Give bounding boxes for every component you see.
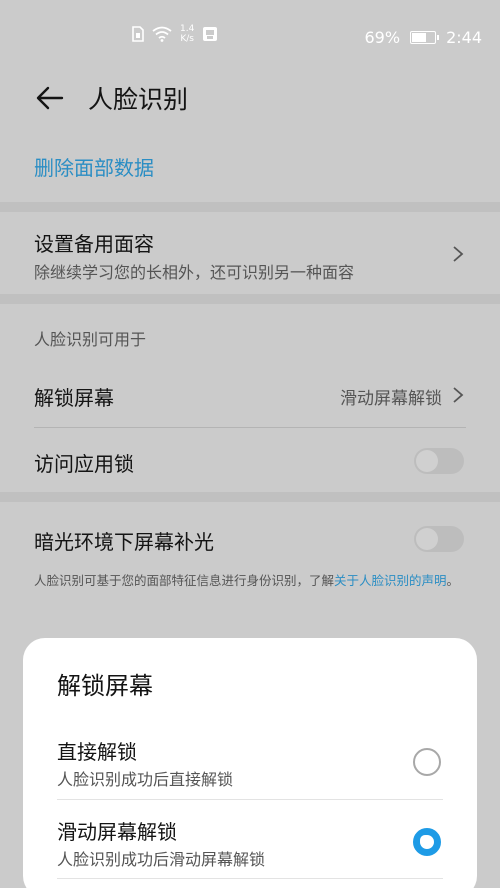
option-title: 滑动屏幕解锁 (57, 820, 177, 844)
option-separator (57, 878, 443, 879)
alternate-face-title: 设置备用面容 (34, 232, 154, 256)
radio-button[interactable] (413, 748, 441, 776)
toggle-knob (416, 528, 438, 550)
section-divider (0, 294, 500, 304)
sim-card-icon (132, 26, 144, 42)
battery-icon (410, 31, 440, 44)
status-right: 69% 2:44 (365, 28, 483, 47)
fill-light-title: 暗光环境下屏幕补光 (34, 530, 214, 554)
page-title: 人脸识别 (88, 85, 189, 114)
status-bar: 1.4 K/s 69% 2:44 (0, 0, 500, 74)
status-icons: 1.4 K/s (132, 24, 218, 44)
network-speed-unit: K/s (180, 34, 194, 44)
title-bar: 人脸识别 (0, 74, 500, 124)
privacy-footnote: 人脸识别可基于您的面部特征信息进行身份识别，了解关于人脸识别的声明。 (34, 572, 474, 590)
chevron-right-icon (453, 387, 464, 403)
section-divider (0, 202, 500, 212)
sheet-title: 解锁屏幕 (57, 672, 153, 700)
network-speed-value: 1.4 (180, 24, 195, 34)
option-separator (57, 799, 443, 800)
option-direct-unlock[interactable]: 直接解锁 人脸识别成功后直接解锁 (23, 736, 477, 816)
fill-light-toggle[interactable] (414, 526, 464, 552)
option-title: 直接解锁 (57, 740, 137, 764)
battery-fill (412, 33, 427, 42)
radio-button[interactable] (413, 828, 441, 856)
app-lock-toggle[interactable] (414, 448, 464, 474)
alternate-face-row[interactable]: 设置备用面容 除继续学习您的长相外，还可识别另一种面容 (0, 212, 500, 294)
alternate-face-subtitle: 除继续学习您的长相外，还可识别另一种面容 (34, 263, 355, 282)
back-arrow-icon[interactable] (34, 82, 66, 114)
app-lock-title: 访问应用锁 (34, 452, 134, 476)
section-label: 人脸识别可用于 (34, 330, 147, 349)
unlock-screen-value: 滑动屏幕解锁 (340, 389, 442, 409)
network-speed: 1.4 K/s (180, 24, 194, 44)
clock: 2:44 (446, 28, 482, 47)
fill-light-row: 暗光环境下屏幕补光 (0, 502, 500, 570)
option-subtitle: 人脸识别成功后滑动屏幕解锁 (57, 850, 266, 869)
option-subtitle: 人脸识别成功后直接解锁 (57, 770, 234, 789)
unlock-method-sheet: 解锁屏幕 直接解锁 人脸识别成功后直接解锁 滑动屏幕解锁 人脸识别成功后滑动屏幕… (23, 638, 477, 888)
unlock-screen-title: 解锁屏幕 (34, 386, 114, 410)
app-lock-row: 访问应用锁 (0, 428, 500, 492)
face-recognition-statement-link[interactable]: 关于人脸识别的声明 (334, 573, 447, 588)
section-divider (0, 492, 500, 502)
wifi-icon (152, 26, 172, 42)
chevron-right-icon (453, 246, 464, 262)
unlock-screen-row[interactable]: 解锁屏幕 滑动屏幕解锁 (0, 364, 500, 426)
footnote-text: 人脸识别可基于您的面部特征信息进行身份识别，了解 (34, 573, 335, 588)
battery-percent: 69% (364, 28, 401, 47)
notification-app-icon (203, 27, 218, 41)
toggle-knob (416, 450, 438, 472)
footnote-end: 。 (446, 573, 460, 588)
delete-face-data-link[interactable]: 删除面部数据 (34, 152, 154, 181)
